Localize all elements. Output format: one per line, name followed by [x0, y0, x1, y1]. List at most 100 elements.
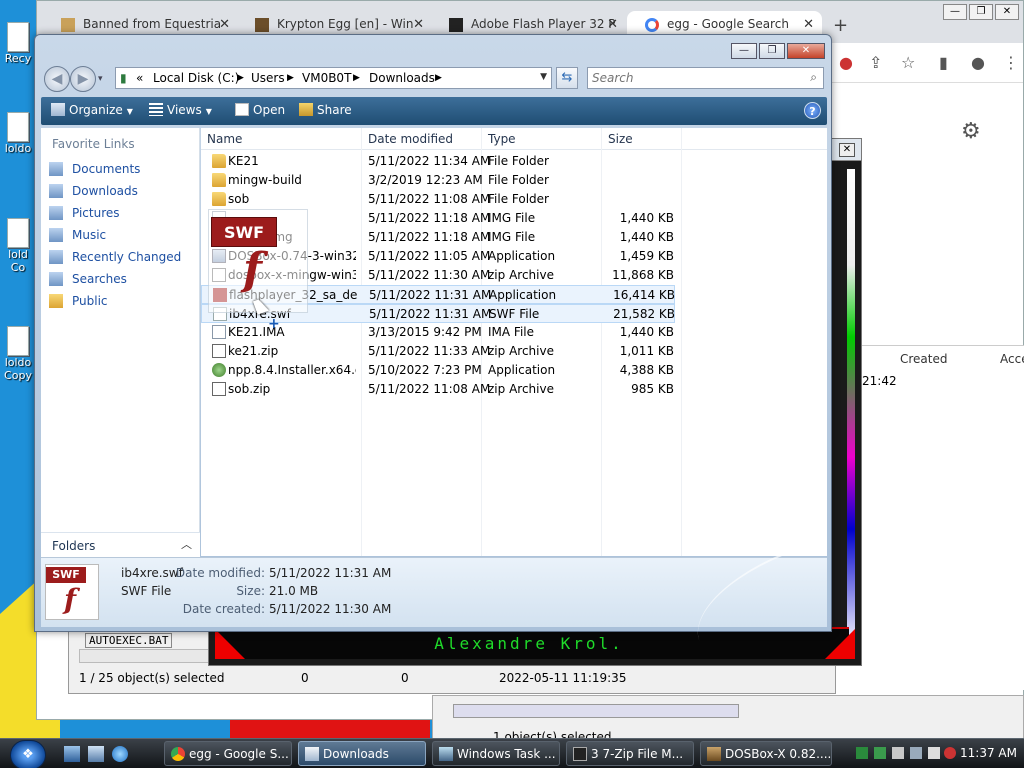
list-item[interactable]: AUTOEXEC.BAT [85, 633, 173, 648]
alert-icon[interactable] [944, 747, 956, 759]
chevron-down-icon[interactable]: ▼ [540, 72, 547, 82]
breadcrumb-item[interactable]: Local Disk (C:) [153, 71, 239, 85]
close-button[interactable]: ✕ [787, 43, 825, 59]
game-graphic [847, 169, 855, 649]
breadcrumb-item[interactable]: VM0B0T [302, 71, 351, 85]
share-button[interactable]: Share [299, 103, 352, 117]
copy-cursor-icon: + [268, 316, 280, 332]
file-type: IMA File [488, 325, 534, 339]
minimize-button[interactable]: — [731, 43, 757, 59]
switch-windows-icon[interactable] [88, 746, 104, 762]
nav-link-music[interactable]: Music [49, 228, 106, 242]
folder-icon: ▮ [120, 71, 127, 85]
column-header-created[interactable]: Created [900, 352, 948, 366]
nav-link-pictures[interactable]: Pictures [49, 206, 120, 220]
volume-icon[interactable] [928, 747, 940, 759]
close-tab-icon[interactable]: ✕ [219, 17, 230, 32]
taskbar-button[interactable]: 3 7-Zip File M... [566, 741, 694, 766]
downloads-icon [49, 184, 63, 198]
museum-icon [449, 18, 463, 32]
nav-link-documents[interactable]: Documents [49, 162, 140, 176]
folders-toggle[interactable]: Folders ︿ [41, 532, 200, 557]
maximize-button[interactable]: ❐ [969, 4, 993, 20]
desktop-icon-file[interactable]: loldo Copy [0, 326, 36, 382]
help-icon[interactable]: ? [804, 102, 821, 119]
command-bar: Organize ▼ Views ▼ Open Share ? [41, 97, 827, 125]
nav-link-recently-changed[interactable]: Recently Changed [49, 250, 181, 264]
file-row[interactable]: sob.zip 5/11/2022 11:08 AM zip Archive 985 … [201, 380, 675, 399]
breadcrumb-item[interactable]: Downloads [369, 71, 435, 85]
views-button[interactable]: Views ▼ [149, 103, 212, 117]
new-tab-button[interactable]: + [833, 15, 848, 36]
forward-button[interactable]: ▶ [70, 66, 96, 92]
close-button[interactable]: ✕ [995, 4, 1019, 20]
internet-explorer-icon[interactable] [112, 746, 128, 762]
desktop-icon-recycle-bin[interactable]: Recy [0, 22, 36, 65]
chevron-right-icon[interactable]: ▶ [353, 73, 360, 83]
column-header-accessed[interactable]: Acce [1000, 352, 1024, 366]
taskbar-button-active[interactable]: Downloads [298, 741, 426, 766]
task-manager-list: Created Acce 21:42 [860, 345, 1024, 690]
chevron-right-icon[interactable]: ▶ [435, 73, 442, 83]
organize-button[interactable]: Organize ▼ [51, 103, 133, 117]
file-name: npp.8.4.Installer.x64.exe [228, 363, 356, 377]
file-row[interactable]: mingw-build 3/2/2019 12:23 AM File Folder [201, 171, 675, 190]
column-header-date[interactable]: Date modified [368, 132, 453, 146]
column-header-name[interactable]: Name [207, 132, 242, 146]
file-type: File Folder [488, 173, 549, 187]
close-tab-icon[interactable]: ✕ [413, 17, 424, 32]
desktop-icon-file[interactable]: lold Co [0, 218, 36, 274]
close-tab-icon[interactable]: ✕ [803, 17, 814, 32]
maximize-button[interactable]: ❐ [759, 43, 785, 59]
clock[interactable]: 11:37 AM [960, 746, 1017, 760]
blocked-icon[interactable]: ● [839, 53, 853, 72]
bookmark-star-icon[interactable]: ☆ [901, 53, 915, 72]
nav-link-downloads[interactable]: Downloads [49, 184, 138, 198]
open-button[interactable]: Open [235, 103, 285, 117]
favorite-links-heading: Favorite Links [52, 137, 135, 151]
menu-icon[interactable]: ⋮ [1003, 53, 1019, 72]
start-button[interactable]: ❖ [10, 740, 46, 768]
close-tab-icon[interactable]: ✕ [607, 17, 618, 32]
column-header-type[interactable]: Type [488, 132, 516, 146]
chevron-right-icon[interactable]: ▶ [287, 73, 294, 83]
chess-icon [255, 18, 269, 32]
horizontal-scrollbar[interactable] [453, 704, 739, 718]
breadcrumb-item[interactable]: Users [251, 71, 285, 85]
keyboard-icon[interactable] [892, 747, 904, 759]
searches-icon [49, 272, 63, 286]
desktop-icon-file[interactable]: loldo [0, 112, 36, 155]
network-icon[interactable] [874, 747, 886, 759]
profile-icon[interactable]: ● [971, 53, 985, 72]
chevron-right-icon[interactable]: ▶ [237, 73, 244, 83]
recent-pages-dropdown[interactable]: ▾ [98, 74, 103, 84]
show-desktop-icon[interactable] [64, 746, 80, 762]
nav-link-public[interactable]: Public [49, 294, 108, 308]
nav-link-searches[interactable]: Searches [49, 272, 127, 286]
details-size: 21.0 MB [269, 584, 319, 598]
file-type: Application [488, 363, 556, 377]
share-icon[interactable]: ⇪ [869, 53, 882, 72]
taskbar-button[interactable]: egg - Google S... [164, 741, 292, 766]
taskbar: ❖ egg - Google S... Downloads Windows Ta… [0, 738, 1024, 768]
monitor-icon[interactable] [910, 747, 922, 759]
column-header-size[interactable]: Size [608, 132, 633, 146]
file-row[interactable]: npp.8.4.Installer.x64.exe 5/10/2022 7:23 … [201, 361, 675, 380]
settings-gear-icon[interactable]: ⚙ [961, 119, 981, 144]
chevron-up-icon: ︿ [181, 538, 192, 551]
close-button[interactable]: ✕ [839, 143, 855, 157]
taskbar-button[interactable]: DOSBox-X 0.82.... [700, 741, 832, 766]
address-bar[interactable]: ▮ « Local Disk (C:) ▶ Users ▶ VM0B0T ▶ D… [115, 67, 552, 89]
taskbar-button[interactable]: Windows Task ... [432, 741, 560, 766]
side-panel-icon[interactable]: ▮ [939, 53, 948, 72]
network-icon[interactable] [856, 747, 868, 759]
refresh-button[interactable]: ⇆ [556, 67, 578, 89]
minimize-button[interactable]: — [943, 4, 967, 20]
file-row[interactable]: sob 5/11/2022 11:08 AM File Folder [201, 190, 675, 209]
file-row[interactable]: KE21 5/11/2022 11:34 AM File Folder [201, 152, 675, 171]
file-row[interactable]: ke21.zip 5/11/2022 11:33 AM zip Archive 1,0… [201, 342, 675, 361]
file-icon [7, 326, 29, 356]
back-button[interactable]: ◀ [44, 66, 70, 92]
search-input[interactable] [588, 68, 788, 88]
search-icon[interactable]: ⌕ [810, 70, 817, 85]
